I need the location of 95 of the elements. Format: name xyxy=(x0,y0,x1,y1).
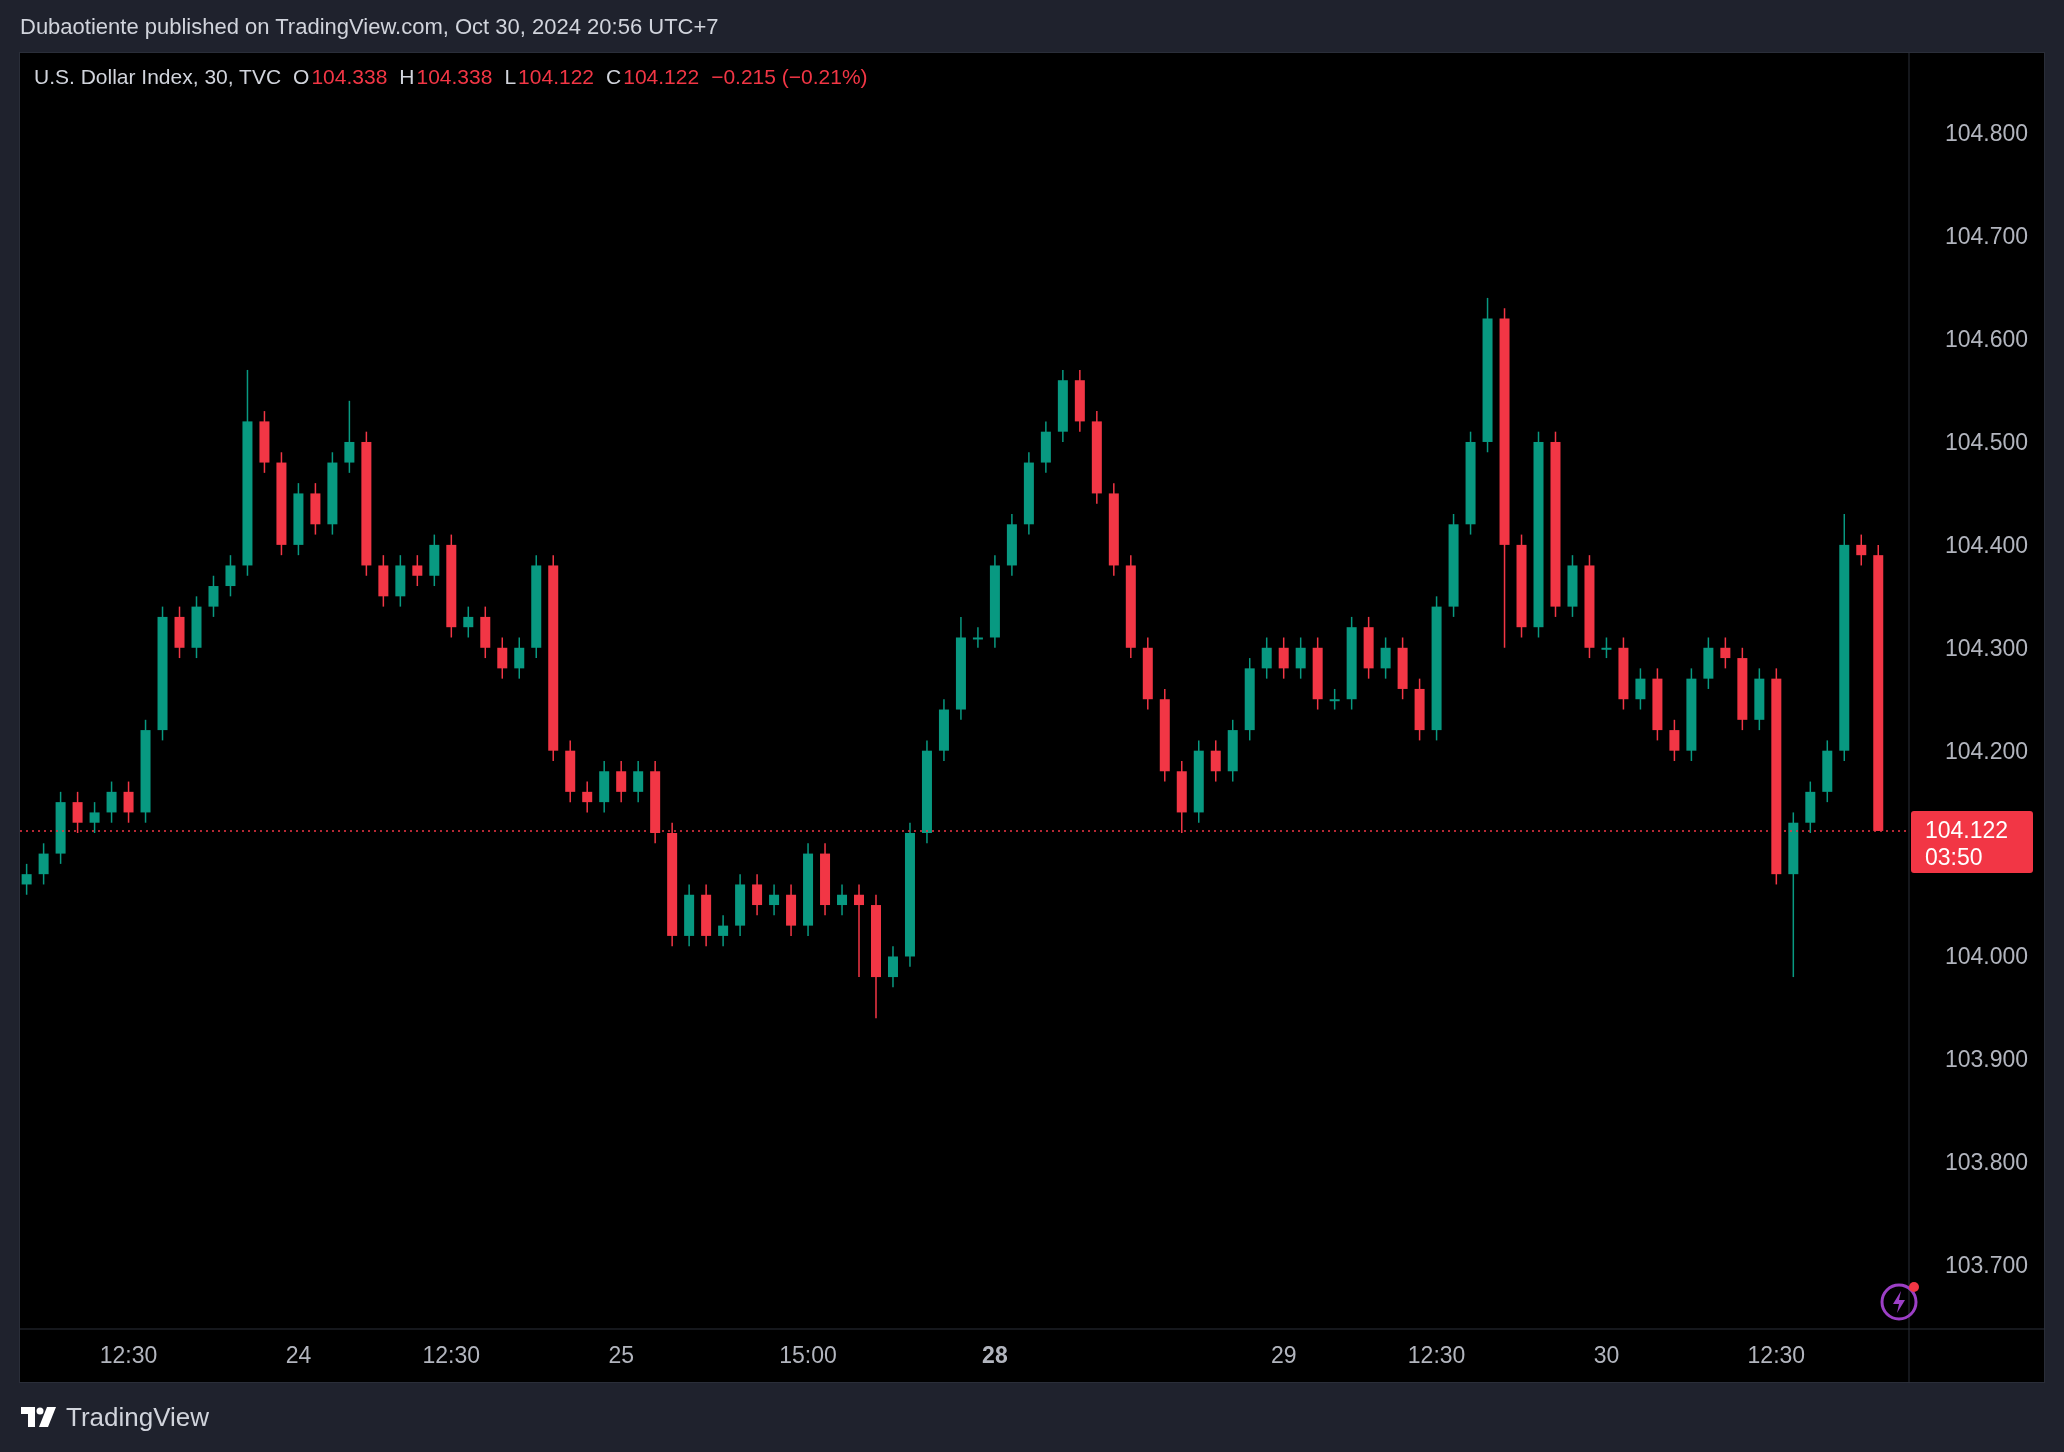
candlestick xyxy=(1822,739,1833,803)
logo-icon xyxy=(20,1407,58,1427)
ohlc-value: 104.338 xyxy=(311,65,388,89)
price-axis-label: 104.500 xyxy=(1945,428,2029,455)
candlestick xyxy=(1703,636,1714,690)
candlestick xyxy=(938,698,949,762)
candlestick xyxy=(616,760,627,803)
candlestick xyxy=(972,626,983,649)
candlestick xyxy=(89,801,100,834)
candlestick xyxy=(1329,688,1340,711)
time-axis-label: 15:00 xyxy=(779,1342,837,1368)
candlestick xyxy=(1669,719,1680,762)
candlestick xyxy=(1856,533,1867,567)
candlestick xyxy=(786,883,797,937)
price-axis-label: 104.400 xyxy=(1945,531,2029,558)
candlestick xyxy=(718,914,729,947)
candlestick xyxy=(599,760,610,814)
candlestick xyxy=(38,842,49,886)
candlestick xyxy=(412,554,423,587)
time-axis-label: 25 xyxy=(608,1342,634,1368)
price-axis-label: 104.800 xyxy=(1945,120,2029,147)
candlestick xyxy=(259,410,270,474)
last-price-text: 104.122 xyxy=(1925,816,2009,843)
candlestick xyxy=(1635,667,1646,711)
candlestick xyxy=(1567,554,1578,618)
candlestick xyxy=(378,554,389,608)
candlestick xyxy=(191,595,202,659)
price-axis-label: 104.300 xyxy=(1945,634,2029,661)
candlestick xyxy=(1363,616,1374,680)
candlestick xyxy=(480,605,491,659)
candlestick xyxy=(1040,420,1051,474)
ohlc-value: 104.338 xyxy=(416,65,493,89)
candlestick xyxy=(1006,513,1017,577)
candlestick xyxy=(208,575,219,618)
price-axis-label: 103.700 xyxy=(1945,1252,2029,1279)
price-axis-label: 103.900 xyxy=(1945,1046,2029,1073)
candlestick xyxy=(310,482,321,536)
candlestick xyxy=(1720,636,1731,670)
price-axis-label: 104.200 xyxy=(1945,737,2029,764)
candlestick xyxy=(701,883,712,947)
candlestick xyxy=(72,791,83,834)
candlestick xyxy=(514,636,525,680)
time-axis-label: 29 xyxy=(1270,1342,1297,1368)
price-axis-label: 103.800 xyxy=(1945,1149,2029,1176)
candlestick xyxy=(633,760,644,803)
candlestick xyxy=(1074,369,1085,433)
time-axis-label: 30 xyxy=(1593,1342,1620,1368)
candlestick xyxy=(769,883,780,917)
ohlc-label: L xyxy=(504,65,517,89)
price-axis-label: 104.700 xyxy=(1945,223,2029,250)
candlestick xyxy=(123,780,134,824)
candlestick xyxy=(429,533,440,587)
candlestick xyxy=(174,605,185,659)
candlestick xyxy=(1601,636,1612,659)
time-axis-label: 12:30 xyxy=(1407,1342,1466,1368)
candlestick xyxy=(497,636,508,680)
candlestick xyxy=(1414,677,1425,742)
candlestick xyxy=(225,554,236,598)
publish-info: Dubaotiente published on TradingView.com, Oct 30, 2024 20:56 UTC+7 xyxy=(20,13,719,40)
time-axis-label: 12:30 xyxy=(422,1342,481,1368)
candlestick xyxy=(395,554,406,608)
candlestick xyxy=(735,873,746,937)
price-change: −0.215 (−0.21%) xyxy=(711,65,868,89)
candlestick xyxy=(582,780,593,814)
ohlc-value: 104.122 xyxy=(518,65,595,89)
brand-name: TradingView xyxy=(66,1401,210,1433)
ohlc-label: H xyxy=(399,65,415,89)
candlestick xyxy=(1397,636,1408,700)
candlestick xyxy=(1210,739,1221,783)
time-axis-label: 28 xyxy=(982,1342,1008,1368)
time-axis-label: 24 xyxy=(285,1342,312,1368)
candlestick xyxy=(1805,780,1816,834)
candlestick xyxy=(565,739,576,803)
candlestick xyxy=(1278,636,1289,680)
candlestick xyxy=(106,780,117,824)
ohlc-label: C xyxy=(606,65,622,89)
candlestick xyxy=(1261,636,1272,680)
candlestick xyxy=(888,945,898,989)
candlestick xyxy=(684,883,695,947)
candlestick xyxy=(837,883,847,917)
candlestick xyxy=(1227,719,1238,783)
candlestick xyxy=(1754,667,1765,731)
time-axis-label: 12:30 xyxy=(99,1342,158,1368)
candlestick xyxy=(1295,636,1306,680)
countdown-text: 03:50 xyxy=(1925,843,1983,870)
candlestick xyxy=(1380,636,1391,680)
ohlc-value: 104.122 xyxy=(623,65,700,89)
price-axis-label: 104.600 xyxy=(1945,326,2029,353)
candlestick xyxy=(752,873,763,917)
candlestick xyxy=(21,863,32,896)
candlestick xyxy=(463,605,474,639)
time-axis-label: 12:30 xyxy=(1747,1342,1806,1368)
price-axis-label: 104.000 xyxy=(1945,943,2029,970)
ohlc-label: O xyxy=(293,65,310,89)
symbol-title: U.S. Dollar Index, 30, TVC xyxy=(34,65,282,89)
